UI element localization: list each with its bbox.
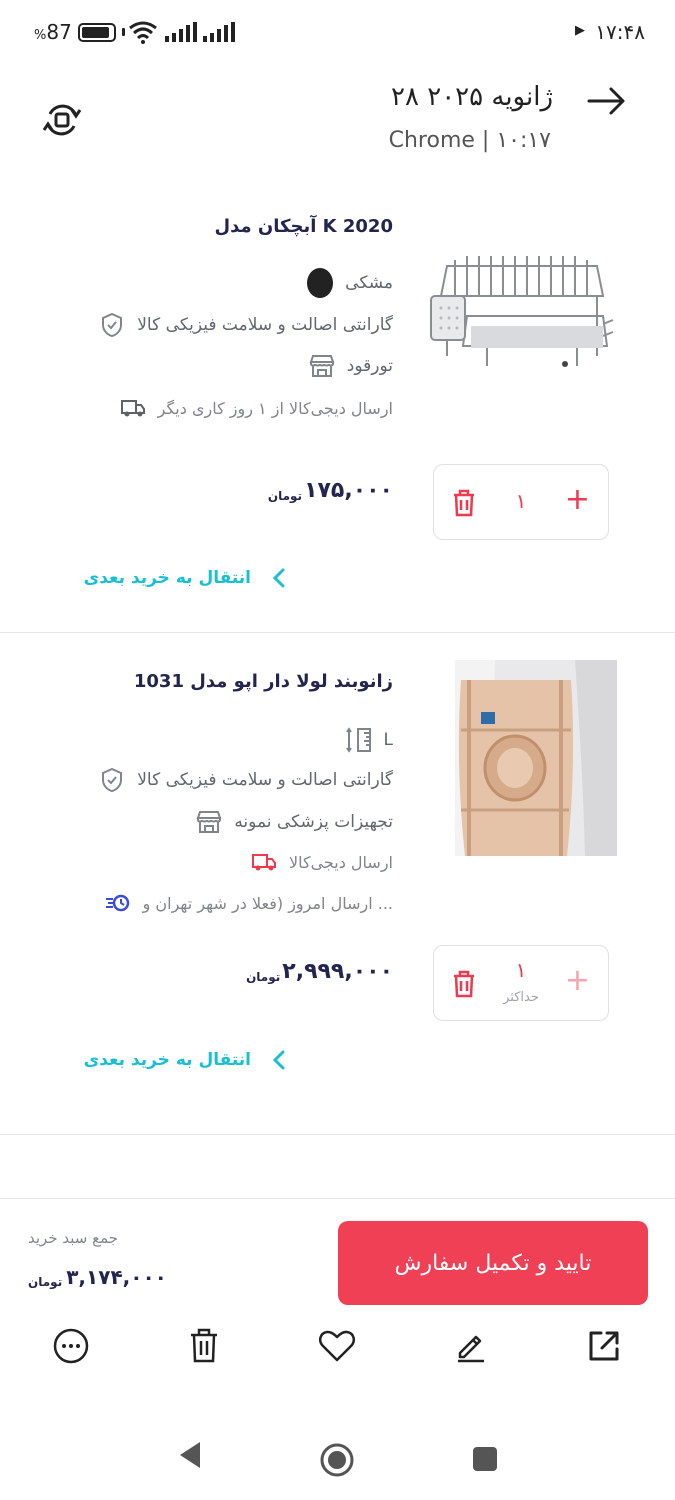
product-image[interactable]	[455, 660, 617, 856]
currency-label: تومان	[246, 970, 281, 984]
nav-back-icon[interactable]	[176, 1440, 202, 1470]
quantity-stepper: + ۱	[433, 464, 609, 540]
product-name[interactable]: زانوبند لولا دار اپو مدل 1031	[134, 671, 393, 692]
ruler-icon	[345, 727, 372, 753]
warranty-label: گارانتی اصالت و سلامت فیزیکی کالا	[137, 315, 393, 335]
size-label: L	[383, 730, 393, 750]
nav-home-icon[interactable]	[319, 1442, 355, 1478]
screenshot-header: ۲۸ ژانویه ۲۰۲۵ Chrome | ۱۰:۱۷	[0, 64, 675, 174]
back-arrow-icon[interactable]	[587, 86, 627, 116]
status-bar: ۱۷:۴۸ ▶ %87	[0, 0, 675, 64]
save-for-later-label: انتقال به خرید بعدی	[83, 568, 251, 588]
shield-icon	[99, 767, 125, 793]
cart-total: تومان ۳,۱۷۴,۰۰۰	[28, 1265, 167, 1289]
store-icon	[309, 353, 335, 379]
system-navigation-bar	[0, 1420, 675, 1500]
clock: ۱۷:۴۸	[595, 20, 645, 44]
truck-icon	[251, 849, 277, 875]
battery-level: 87	[46, 20, 72, 44]
battery-icon	[77, 22, 116, 42]
product-image[interactable]	[427, 236, 617, 386]
more-icon[interactable]	[51, 1326, 91, 1366]
wifi-icon	[129, 21, 157, 44]
warranty-label: گارانتی اصالت و سلامت فیزیکی کالا	[137, 770, 393, 790]
store-icon	[196, 809, 222, 835]
product-seller[interactable]: تجهیزات پزشکی نمونه	[196, 809, 393, 835]
save-for-later-label: انتقال به خرید بعدی	[83, 1050, 251, 1070]
currency-label: تومان	[267, 489, 303, 503]
shipping-label: ارسال دیجی‌کالا از ۱ روز کاری دیگر	[157, 398, 393, 418]
open-external-icon[interactable]	[584, 1326, 624, 1366]
cart-total-label: جمع سبد خرید	[28, 1229, 119, 1247]
product-seller[interactable]: تورقود	[309, 353, 393, 379]
page-subtitle: Chrome | ۱۰:۱۷	[388, 128, 551, 153]
chevron-left-icon	[273, 1050, 285, 1070]
currency-label: تومان	[28, 1275, 63, 1289]
page-title: ۲۸ ژانویه ۲۰۲۵	[391, 82, 553, 112]
battery-percent-sign: %	[34, 28, 47, 43]
media-play-icon: ▶	[575, 23, 585, 38]
shield-icon	[99, 312, 125, 338]
fast-delivery-icon	[105, 890, 131, 916]
product-warranty: گارانتی اصالت و سلامت فیزیکی کالا	[99, 767, 393, 793]
nav-recents-icon[interactable]	[472, 1446, 498, 1472]
product-color: مشکی	[307, 268, 393, 298]
cart-item: آبچکان مدل K 2020 مشکی گارانتی اصالت و س…	[0, 200, 675, 632]
product-price: تومان ۱۷۵,۰۰۰	[268, 478, 393, 503]
screenshot-actions	[0, 1318, 675, 1378]
divider	[0, 1134, 675, 1135]
checkout-button[interactable]: تایید و تکمیل سفارش	[338, 1221, 648, 1305]
truck-icon	[120, 395, 146, 421]
battery-indicator: %87	[34, 20, 125, 44]
seller-label: تورقود	[346, 356, 393, 376]
trash-icon[interactable]	[184, 1326, 224, 1366]
save-for-later-link[interactable]: انتقال به خرید بعدی	[84, 568, 285, 588]
seller-label: تجهیزات پزشکی نمونه	[234, 812, 393, 832]
quantity-stepper: + ۱ حداکثر	[433, 945, 609, 1021]
trash-icon[interactable]	[452, 489, 476, 517]
fast-shipping: ارسال امروز (فعلا در شهر تهران و ...	[105, 890, 393, 916]
cart-footer: تایید و تکمیل سفارش جمع سبد خرید تومان ۳…	[0, 1198, 675, 1318]
product-size: L	[345, 727, 393, 753]
rotate-icon[interactable]	[42, 100, 82, 140]
signal-icon	[203, 22, 235, 42]
heart-icon[interactable]	[317, 1326, 357, 1366]
product-shipping: ارسال دیجی‌کالا	[251, 849, 393, 875]
edit-icon[interactable]	[451, 1326, 491, 1366]
save-for-later-link[interactable]: انتقال به خرید بعدی	[84, 1050, 285, 1070]
product-warranty: گارانتی اصالت و سلامت فیزیکی کالا	[99, 312, 393, 338]
signal-icon	[165, 22, 197, 42]
price-value: ۱۷۵,۰۰۰	[304, 478, 393, 503]
color-label: مشکی	[345, 273, 393, 293]
fast-shipping-label: ارسال امروز (فعلا در شهر تهران و ...	[142, 893, 393, 913]
chevron-left-icon	[273, 568, 285, 588]
cart-total-value: ۳,۱۷۴,۰۰۰	[66, 1265, 167, 1289]
product-price: تومان ۲,۹۹۹,۰۰۰	[246, 959, 393, 984]
price-value: ۲,۹۹۹,۰۰۰	[282, 959, 393, 984]
shipping-label: ارسال دیجی‌کالا	[288, 852, 393, 872]
trash-icon[interactable]	[452, 970, 476, 998]
product-name[interactable]: آبچکان مدل K 2020	[214, 216, 393, 237]
product-shipping: ارسال دیجی‌کالا از ۱ روز کاری دیگر	[120, 395, 393, 421]
color-swatch	[307, 268, 334, 298]
cart-item: زانوبند لولا دار اپو مدل 1031 L گارانتی …	[0, 633, 675, 1133]
